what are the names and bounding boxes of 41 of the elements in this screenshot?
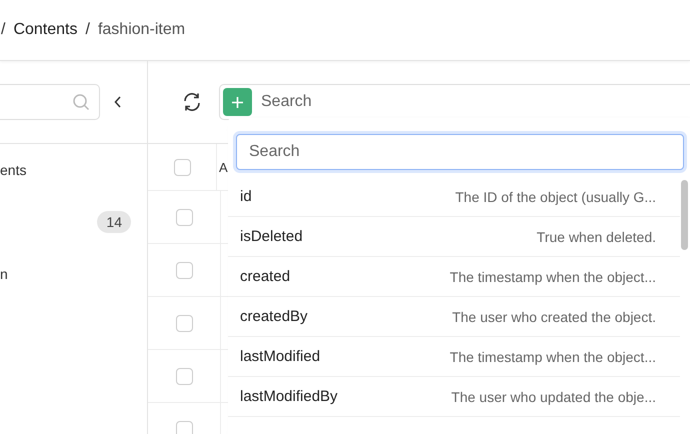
collapse-chevron-icon[interactable]	[114, 96, 122, 108]
field-description: True when deleted.	[536, 228, 656, 244]
select-all-checkbox[interactable]	[174, 158, 190, 176]
row-checkbox[interactable]	[176, 262, 192, 278]
field-option[interactable]: lastModifiedBy The user who updated the obje...	[228, 377, 680, 417]
row-checkbox[interactable]	[176, 368, 192, 384]
field-option[interactable]: createdBy The user who created the object.	[228, 297, 680, 337]
refresh-icon[interactable]	[182, 92, 202, 112]
field-description: The user who updated the obje...	[451, 388, 656, 404]
row-checkbox[interactable]	[176, 208, 192, 226]
field-description: The timestamp when the object...	[450, 348, 656, 364]
column-header[interactable]: A	[217, 160, 228, 174]
row-checkbox[interactable]	[176, 314, 192, 332]
breadcrumb-separator: /	[86, 21, 90, 39]
add-filter-button[interactable]	[223, 88, 252, 116]
field-option[interactable]: id The ID of the object (usually G...	[228, 177, 680, 217]
field-option[interactable]: created The timestamp when the object...	[228, 257, 680, 297]
plus-icon	[231, 96, 244, 108]
field-name: lastModifiedBy	[240, 388, 338, 405]
field-option[interactable]: lastModified The timestamp when the object...	[228, 337, 680, 377]
field-name: created	[240, 268, 290, 285]
sidebar-item[interactable]: ents	[0, 162, 26, 178]
sidebar-item[interactable]: n	[0, 266, 8, 282]
breadcrumb-current: fashion-item	[98, 21, 186, 39]
breadcrumb-link[interactable]: Contents	[13, 21, 78, 39]
row-checkbox[interactable]	[176, 420, 192, 434]
field-description: The ID of the object (usually G...	[455, 188, 656, 204]
field-description: The timestamp when the object...	[450, 268, 656, 284]
field-description: The user who created the object.	[452, 308, 656, 324]
count-badge: 14	[97, 211, 131, 233]
field-name: id	[240, 188, 252, 205]
filter-search-field[interactable]: Search	[219, 84, 690, 120]
search-icon	[72, 93, 90, 111]
sidebar-search-field[interactable]	[0, 84, 100, 120]
scrollbar-thumb[interactable]	[681, 180, 688, 250]
field-name: createdBy	[240, 308, 308, 325]
breadcrumb-separator: /	[1, 21, 6, 39]
dropdown-search-field[interactable]: Search	[236, 134, 684, 170]
field-option[interactable]: isDeleted True when deleted.	[228, 217, 680, 257]
field-name: isDeleted	[240, 228, 303, 245]
field-name: lastModified	[240, 348, 320, 365]
